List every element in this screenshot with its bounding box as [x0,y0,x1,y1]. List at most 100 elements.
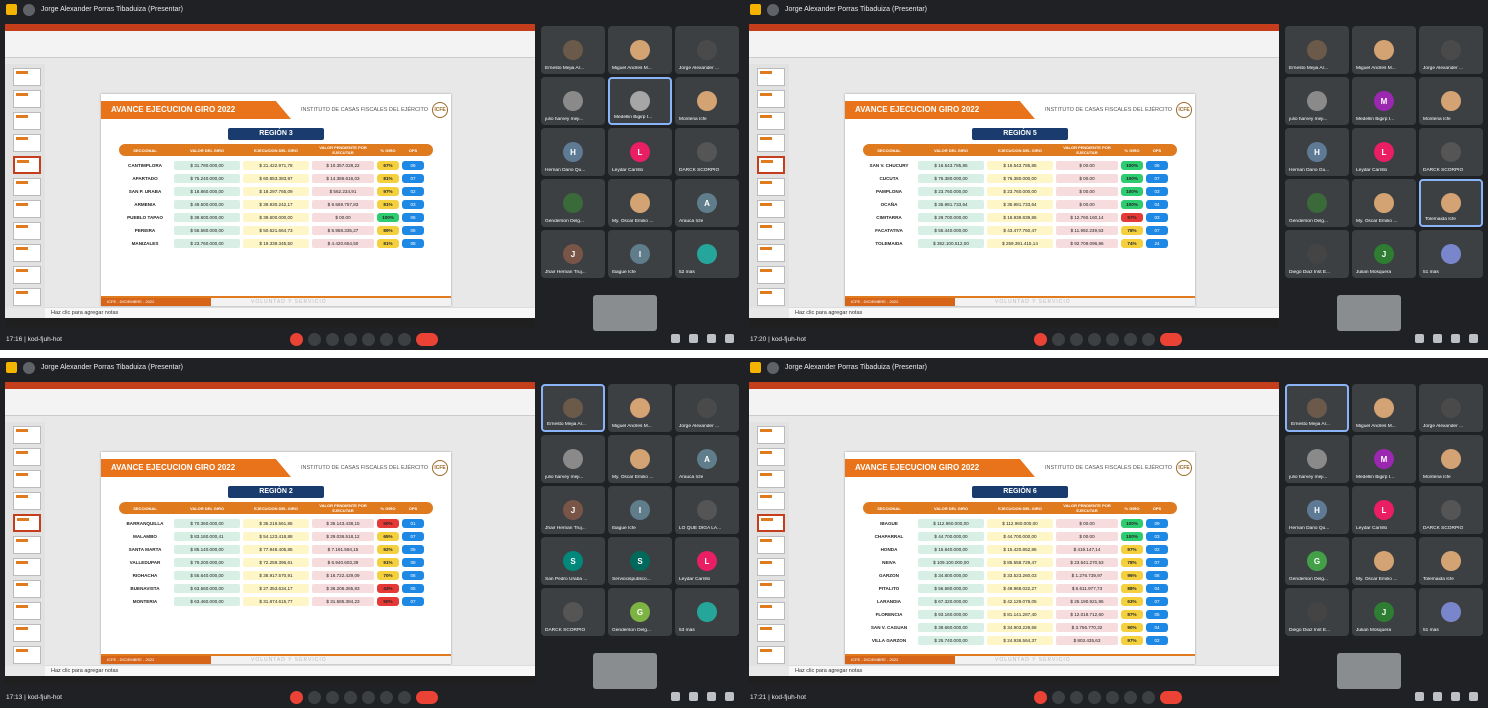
slide-thumbnail[interactable] [757,112,785,130]
slide-thumbnail[interactable] [757,514,785,532]
participant-tile[interactable]: Jorge Alexander ... [1419,26,1483,74]
meet-control-button[interactable] [1106,333,1119,346]
meet-control-button[interactable] [380,691,393,704]
meet-control-button[interactable] [398,691,411,704]
participant-tile[interactable]: Miguel Andres M... [1352,384,1416,432]
participant-tile[interactable]: J Jhair Hernan Truj... [541,486,605,534]
activities-icon[interactable] [725,334,734,343]
notes-pane[interactable]: Haz clic para agregar notas [789,307,1279,318]
slide-thumbnail[interactable] [13,492,41,510]
participant-tile[interactable]: L Leydar Carrillo [1352,486,1416,534]
participant-tile[interactable]: Ernesto Mejia Ar... [541,26,605,74]
participant-tile[interactable]: Tolemaida Icfe [1419,179,1483,227]
end-call-button[interactable] [416,691,438,704]
participant-tile[interactable]: Genderson Delg... [541,179,605,227]
slide-thumbnail[interactable] [757,68,785,86]
participant-tile[interactable]: H Hernan Dario Gu... [1285,128,1349,176]
slide-thumbnail[interactable] [13,288,41,306]
participant-tile[interactable]: A Arauca Icfe [675,435,739,483]
participant-tile[interactable]: Diego Diaz Inst E... [1285,588,1349,636]
slide-thumbnail[interactable] [13,602,41,620]
end-call-button[interactable] [416,333,438,346]
meet-control-button[interactable] [308,691,321,704]
slide-thumbnail[interactable] [757,266,785,284]
meet-control-button[interactable] [1142,333,1155,346]
meet-control-button[interactable] [1052,691,1065,704]
end-call-button[interactable] [1160,691,1182,704]
participant-tile[interactable]: 53 más [675,588,739,636]
slide-thumbnail[interactable] [13,580,41,598]
meet-control-button[interactable] [290,691,303,704]
slide-thumbnail[interactable] [757,448,785,466]
slide-thumbnail[interactable] [757,288,785,306]
people-icon[interactable] [1433,692,1442,701]
meet-control-button[interactable] [344,333,357,346]
participant-tile[interactable]: DARCK SCORPIO [675,128,739,176]
slide-thumbnail[interactable] [757,602,785,620]
participant-tile[interactable]: Diego Diaz Inst E... [1285,230,1349,278]
slide-thumbnail[interactable] [757,244,785,262]
slide-thumbnail[interactable] [13,178,41,196]
people-icon[interactable] [1433,334,1442,343]
participant-tile[interactable]: I Ibague Icfe [608,230,672,278]
meet-control-button[interactable] [1124,333,1137,346]
participant-tile[interactable]: Monteria Icfe [1419,77,1483,125]
participant-tile[interactable]: My. Oscar Emilio ... [608,179,672,227]
participant-tile[interactable]: Miguel Andres M... [608,384,672,432]
participant-tile[interactable]: Jorge Alexander ... [675,384,739,432]
slide-thumbnail[interactable] [13,222,41,240]
slide-thumbnails[interactable] [749,422,789,666]
participant-tile[interactable]: L Leydar Carrillo [608,128,672,176]
participant-tile[interactable]: julio harvey meji... [1285,435,1349,483]
people-icon[interactable] [689,334,698,343]
slide-thumbnail[interactable] [757,470,785,488]
slide-thumbnail[interactable] [13,514,41,532]
slide-thumbnail[interactable] [757,536,785,554]
slide-thumbnail[interactable] [13,112,41,130]
meet-control-button[interactable] [1142,691,1155,704]
slide-thumbnail[interactable] [13,646,41,664]
participant-tile[interactable]: Jorge Alexander ... [1419,384,1483,432]
participant-tile[interactable]: G Genderson Delg... [608,588,672,636]
participant-tile[interactable]: M Medellin Bigirp I... [1352,77,1416,125]
participant-tile[interactable]: J Julian Mosquera [1352,230,1416,278]
meet-control-button[interactable] [326,691,339,704]
powerpoint-ribbon[interactable] [5,389,535,416]
participant-tile[interactable]: A Arauca Icfe [675,179,739,227]
activities-icon[interactable] [725,692,734,701]
participant-tile[interactable]: julio harvey meji... [541,435,605,483]
end-call-button[interactable] [1160,333,1182,346]
participant-tile[interactable]: Miguel Andres M... [1352,26,1416,74]
meet-control-button[interactable] [1070,691,1083,704]
participant-tile[interactable]: J Julian Mosquera [1352,588,1416,636]
slide-thumbnail[interactable] [13,448,41,466]
participant-tile[interactable]: I Ibague Icfe [608,486,672,534]
slide-thumbnail[interactable] [13,90,41,108]
participant-tile[interactable]: Tolemaida Icfe [1419,537,1483,585]
slide-thumbnail[interactable] [757,624,785,642]
slide-thumbnail[interactable] [757,134,785,152]
meet-control-button[interactable] [1034,691,1047,704]
meet-control-button[interactable] [398,333,411,346]
participant-tile[interactable]: S San Pedro Uraba ... [541,537,605,585]
info-icon[interactable] [1415,334,1424,343]
participant-tile[interactable]: H Hernan Dario Qu... [541,128,605,176]
meet-control-button[interactable] [1088,333,1101,346]
slide-thumbnail[interactable] [13,266,41,284]
participant-tile[interactable]: julio harvey meji... [1285,77,1349,125]
participant-tile[interactable]: Ernesto Mejia Ar... [541,384,605,432]
slide-thumbnail[interactable] [13,134,41,152]
slide-thumbnail[interactable] [757,222,785,240]
chat-icon[interactable] [707,334,716,343]
participant-tile[interactable]: Medellin Bigirp I... [608,77,672,125]
slide-thumbnail[interactable] [757,646,785,664]
meet-control-button[interactable] [380,333,393,346]
meet-control-button[interactable] [1070,333,1083,346]
participant-tile[interactable]: Monteria Icfe [1419,435,1483,483]
people-icon[interactable] [689,692,698,701]
slide-thumbnail[interactable] [757,178,785,196]
participant-tile[interactable]: Miguel Andres M... [608,26,672,74]
participant-tile[interactable]: My. Oscar Emilio ... [608,435,672,483]
participant-tile[interactable]: My. Oscar Emilio ... [1352,537,1416,585]
participant-tile[interactable]: DARCK SCORPIO [1419,486,1483,534]
